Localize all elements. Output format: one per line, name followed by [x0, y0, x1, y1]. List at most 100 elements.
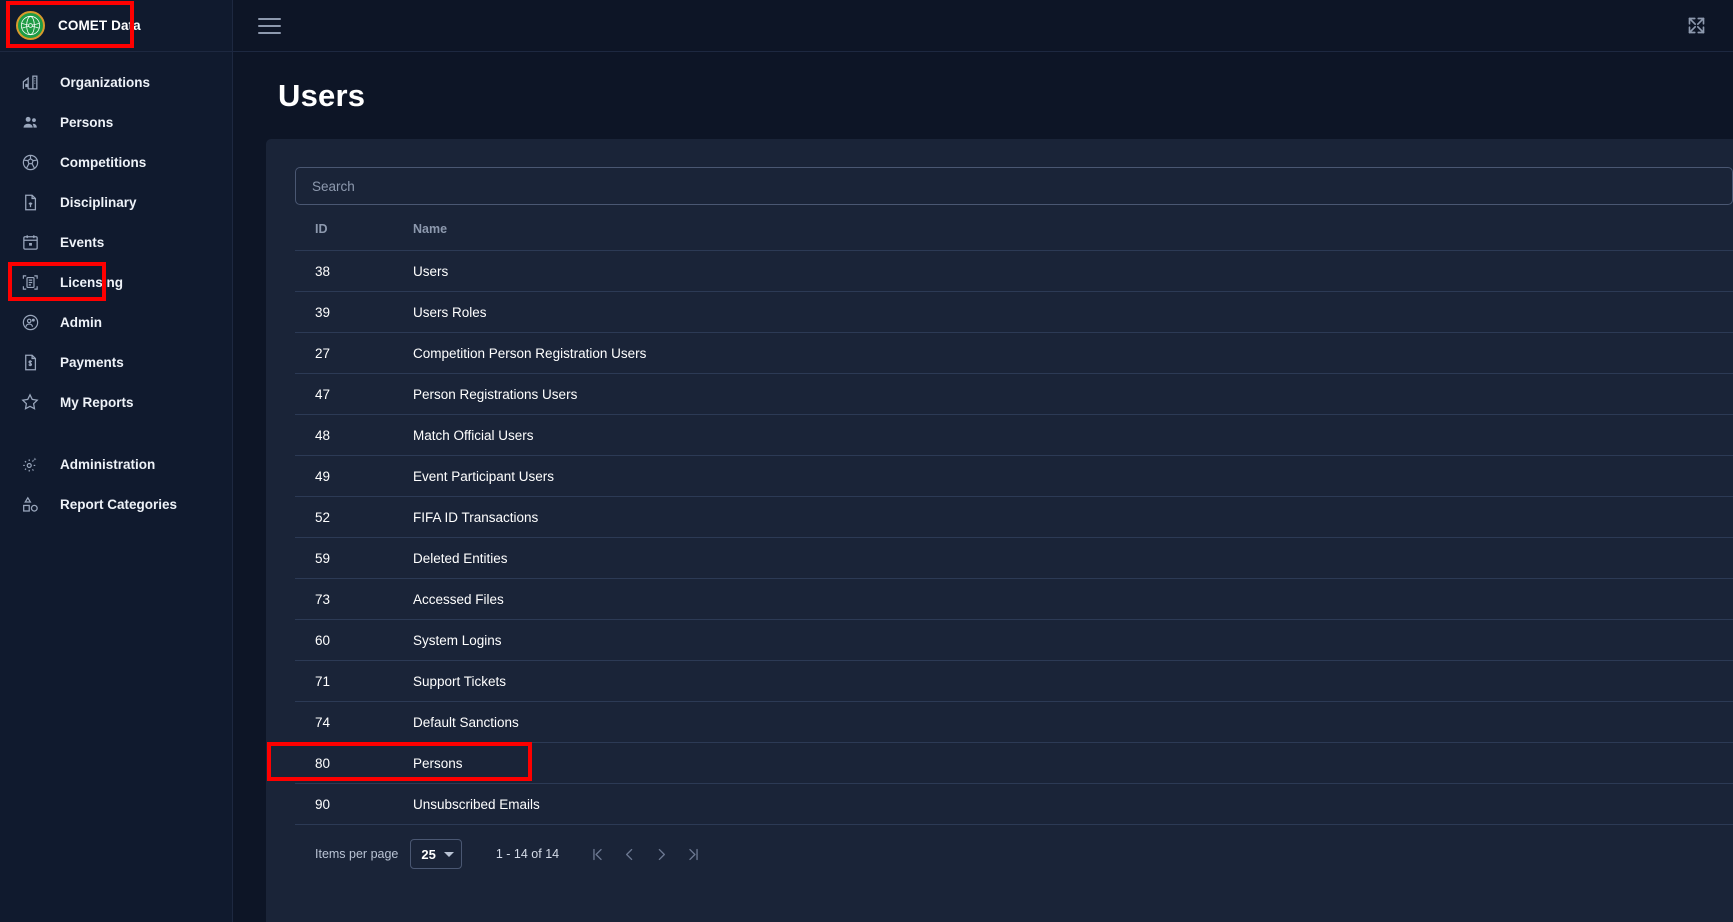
cell-name: Accessed Files: [403, 579, 1733, 620]
cell-name: Deleted Entities: [403, 538, 1733, 579]
shapes-icon: [20, 494, 40, 514]
chevron-down-icon: [444, 852, 454, 857]
sidebar-item-report-categories[interactable]: Report Categories: [0, 484, 232, 524]
page-title: Users: [278, 78, 365, 114]
page-range-label: 1 - 14 of 14: [496, 847, 559, 861]
sidebar-item-label: Organizations: [60, 75, 150, 90]
sidebar-item-label: My Reports: [60, 395, 134, 410]
sidebar-item-label: Events: [60, 235, 104, 250]
next-page-icon[interactable]: [645, 838, 677, 870]
sidebar-item-organizations[interactable]: Organizations: [0, 62, 232, 102]
column-header-name[interactable]: Name: [403, 222, 1733, 251]
items-per-page-label: Items per page: [315, 847, 398, 861]
table-row[interactable]: 60System Logins: [295, 620, 1733, 661]
gear-sparkle-icon: [20, 454, 40, 474]
sidebar-item-label: Administration: [60, 457, 155, 472]
sidebar-item-administration[interactable]: Administration: [0, 444, 232, 484]
cell-name: Users Roles: [403, 292, 1733, 333]
table-row[interactable]: 39Users Roles: [295, 292, 1733, 333]
fullscreen-expand-icon[interactable]: [1683, 13, 1709, 39]
cell-id: 27: [295, 333, 403, 374]
app-root: COMET Data Organizations: [0, 0, 1733, 922]
table-row[interactable]: 80Persons: [295, 743, 1733, 784]
table-row[interactable]: 47Person Registrations Users: [295, 374, 1733, 415]
cell-name: Event Participant Users: [403, 456, 1733, 497]
people-icon: [20, 112, 40, 132]
cell-id: 71: [295, 661, 403, 702]
search-input[interactable]: [295, 167, 1733, 205]
sidebar-divider-gap: [0, 422, 232, 444]
cell-id: 59: [295, 538, 403, 579]
building-icon: [20, 72, 40, 92]
sidebar-item-label: Competitions: [60, 155, 146, 170]
sidebar-item-persons[interactable]: Persons: [0, 102, 232, 142]
invoice-dollar-icon: [20, 352, 40, 372]
main-area: Users ID Name 38Users39Users Roles27Comp…: [233, 0, 1733, 922]
cell-id: 90: [295, 784, 403, 825]
hamburger-menu-icon[interactable]: [258, 13, 284, 39]
sidebar-item-admin[interactable]: Admin: [0, 302, 232, 342]
sidebar-item-payments[interactable]: Payments: [0, 342, 232, 382]
cell-name: FIFA ID Transactions: [403, 497, 1733, 538]
sidebar-item-competitions[interactable]: Competitions: [0, 142, 232, 182]
hamburger-bar: [258, 32, 281, 34]
cell-id: 52: [295, 497, 403, 538]
user-circle-icon: [20, 312, 40, 332]
cell-id: 49: [295, 456, 403, 497]
sidebar-item-my-reports[interactable]: My Reports: [0, 382, 232, 422]
cell-name: Users: [403, 251, 1733, 292]
sidebar: COMET Data Organizations: [0, 0, 233, 922]
sidebar-item-label: Disciplinary: [60, 195, 137, 210]
table-row[interactable]: 52FIFA ID Transactions: [295, 497, 1733, 538]
previous-page-icon[interactable]: [613, 838, 645, 870]
users-card: ID Name 38Users39Users Roles27Competitio…: [266, 139, 1733, 922]
sidebar-item-disciplinary[interactable]: Disciplinary: [0, 182, 232, 222]
cell-name: Competition Person Registration Users: [403, 333, 1733, 374]
cell-id: 48: [295, 415, 403, 456]
table-row[interactable]: 59Deleted Entities: [295, 538, 1733, 579]
sidebar-item-events[interactable]: Events: [0, 222, 232, 262]
cell-id: 73: [295, 579, 403, 620]
cell-id: 47: [295, 374, 403, 415]
table-row[interactable]: 73Accessed Files: [295, 579, 1733, 620]
users-table: ID Name 38Users39Users Roles27Competitio…: [295, 222, 1733, 825]
cell-id: 60: [295, 620, 403, 661]
first-page-icon[interactable]: [581, 838, 613, 870]
sidebar-item-label: Report Categories: [60, 497, 177, 512]
soccer-ball-icon: [20, 152, 40, 172]
table-row[interactable]: 27Competition Person Registration Users: [295, 333, 1733, 374]
cell-id: 38: [295, 251, 403, 292]
sidebar-item-licensing[interactable]: Licensing: [0, 262, 232, 302]
table-row[interactable]: 90Unsubscribed Emails: [295, 784, 1733, 825]
column-header-id[interactable]: ID: [295, 222, 403, 251]
table-row[interactable]: 74Default Sanctions: [295, 702, 1733, 743]
items-per-page-select[interactable]: 25: [410, 839, 461, 869]
cell-name: Support Tickets: [403, 661, 1733, 702]
cell-name: Match Official Users: [403, 415, 1733, 456]
table-header-row: ID Name: [295, 222, 1733, 251]
sidebar-item-label: Payments: [60, 355, 124, 370]
table-head: ID Name: [295, 222, 1733, 251]
calendar-icon: [20, 232, 40, 252]
hamburger-bar: [258, 18, 281, 20]
page-header: Users: [233, 52, 1733, 139]
cell-id: 80: [295, 743, 403, 784]
paginator: Items per page 25 1 - 14 of 14: [295, 825, 1733, 883]
brand-header[interactable]: COMET Data: [0, 0, 232, 52]
table-row[interactable]: 38Users: [295, 251, 1733, 292]
last-page-icon[interactable]: [677, 838, 709, 870]
cell-name: Person Registrations Users: [403, 374, 1733, 415]
table-row[interactable]: 49Event Participant Users: [295, 456, 1733, 497]
brand-name: COMET Data: [58, 18, 141, 33]
table-row[interactable]: 71Support Tickets: [295, 661, 1733, 702]
hamburger-bar: [258, 25, 281, 27]
top-bar: [233, 0, 1733, 52]
document-upload-icon: [20, 192, 40, 212]
sidebar-item-label: Licensing: [60, 275, 123, 290]
star-icon: [20, 392, 40, 412]
cell-name: Unsubscribed Emails: [403, 784, 1733, 825]
table-row[interactable]: 48Match Official Users: [295, 415, 1733, 456]
sidebar-item-label: Admin: [60, 315, 102, 330]
search-row: [295, 167, 1733, 205]
table-body: 38Users39Users Roles27Competition Person…: [295, 251, 1733, 825]
